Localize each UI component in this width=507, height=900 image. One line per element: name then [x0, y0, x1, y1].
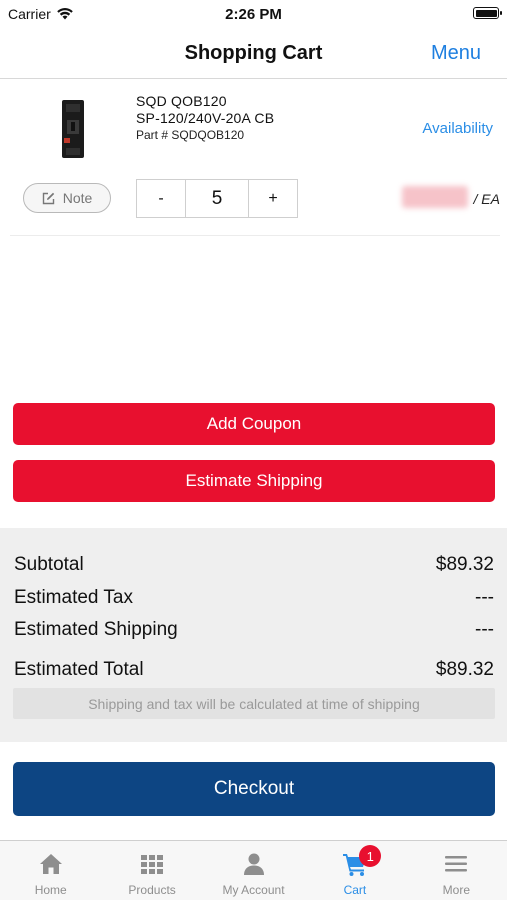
shipping-row: Estimated Shipping --- [14, 619, 494, 641]
cart-item: SQD QOB120 SP-120/240V-20A CB Part # SQD… [10, 80, 500, 236]
quantity-stepper: - 5 + [136, 179, 298, 218]
menu-icon [445, 856, 468, 872]
tab-cart[interactable]: 1 Cart [304, 841, 405, 900]
edit-note-icon [42, 192, 54, 204]
total-row: Estimated Total $89.32 [14, 659, 494, 681]
tab-more[interactable]: More [406, 841, 507, 900]
status-time: 2:26 PM [225, 6, 282, 23]
tax-row: Estimated Tax --- [14, 587, 494, 609]
navigation-bar: Shopping Cart Menu [0, 30, 507, 79]
home-icon [39, 854, 62, 874]
redacted-price [402, 186, 468, 208]
subtotal-label: Subtotal [14, 554, 84, 575]
product-name-line2: SP-120/240V-20A CB [136, 110, 275, 126]
person-icon [243, 853, 264, 875]
product-name-line1: SQD QOB120 [136, 93, 227, 109]
tax-value: --- [475, 587, 494, 608]
shipping-notice: Shipping and tax will be calculated at t… [13, 688, 495, 719]
checkout-button[interactable]: Checkout [13, 762, 495, 816]
tab-label-my-account: My Account [222, 883, 285, 897]
estimate-shipping-button[interactable]: Estimate Shipping [13, 460, 495, 502]
price-unit: / EA [473, 191, 500, 207]
tab-label-home: Home [34, 883, 67, 897]
tab-my-account[interactable]: My Account [203, 841, 304, 900]
tab-label-cart: Cart [343, 883, 367, 897]
cart-count-badge: 1 [359, 845, 382, 867]
subtotal-value: $89.32 [435, 554, 494, 575]
shipping-label: Estimated Shipping [14, 619, 178, 640]
tab-products[interactable]: Products [101, 841, 202, 900]
tab-label-products: Products [128, 883, 176, 897]
tab-label-more: More [442, 883, 470, 897]
note-label: Note [62, 190, 93, 206]
menu-button[interactable]: Menu [431, 42, 481, 65]
battery-icon [473, 7, 502, 19]
quantity-field[interactable]: 5 [186, 180, 249, 217]
availability-link[interactable]: Availability [422, 120, 493, 137]
order-summary: Subtotal $89.32 Estimated Tax --- Estima… [0, 528, 507, 742]
tab-bar: Home Products My Account 1 Cart More [0, 840, 507, 900]
add-coupon-button[interactable]: Add Coupon [13, 403, 495, 445]
tax-label: Estimated Tax [14, 587, 133, 608]
status-bar: Carrier 2:26 PM [0, 0, 507, 30]
note-button[interactable]: Note [23, 183, 111, 213]
increase-quantity-button[interactable]: + [249, 180, 297, 217]
decrease-quantity-button[interactable]: - [137, 180, 186, 217]
total-label: Estimated Total [14, 659, 144, 680]
shipping-value: --- [475, 619, 494, 640]
grid-icon [141, 855, 164, 874]
total-value: $89.32 [435, 659, 494, 680]
product-image [62, 100, 84, 158]
part-number: Part # SQDQOB120 [136, 128, 245, 142]
tab-home[interactable]: Home [0, 841, 101, 900]
subtotal-row: Subtotal $89.32 [14, 554, 494, 576]
